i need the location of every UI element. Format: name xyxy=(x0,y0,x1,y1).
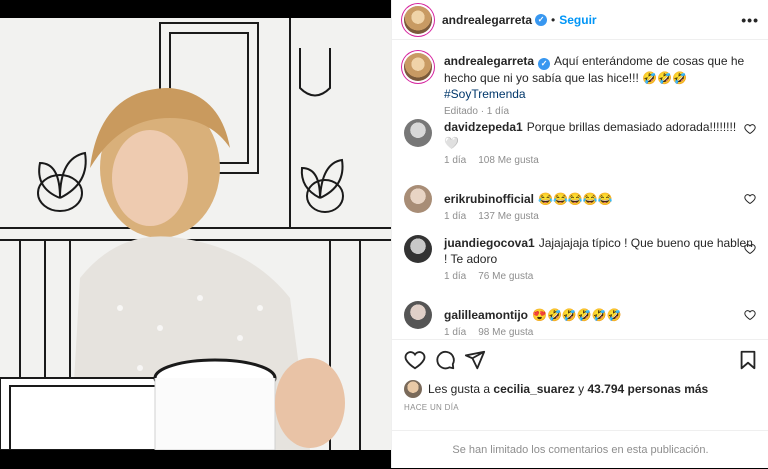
post-timestamp[interactable]: HACE UN DÍA xyxy=(404,403,459,412)
comment-item: juandiegocova1 Jajajajaja típico ! Que bu… xyxy=(404,235,756,282)
post-photo xyxy=(0,18,391,450)
comment-meta: 1 día 76 Me gusta xyxy=(444,271,754,282)
commenter-username[interactable]: galilleamontijo xyxy=(444,308,528,322)
author-username[interactable]: andrealegarreta xyxy=(442,13,532,27)
caption-hashtag[interactable]: #SoyTremenda xyxy=(444,87,526,101)
comment-likes[interactable]: 137 Me gusta xyxy=(478,211,539,222)
comment-body: 😍🤣🤣🤣🤣🤣 xyxy=(532,308,622,322)
verified-icon: ✓ xyxy=(538,58,551,70)
post-modal: andrealegarreta ✓ • Seguir ••• andrealeg… xyxy=(0,0,768,468)
commenter-avatar[interactable] xyxy=(404,235,432,263)
commenter-username[interactable]: erikrubinofficial xyxy=(444,192,534,206)
likes-summary: Les gusta a cecilia_suarez y 43.794 pers… xyxy=(404,380,708,398)
comment-heart-icon[interactable] xyxy=(744,243,756,255)
comment-meta: 1 día 108 Me gusta xyxy=(444,155,754,166)
caption-avatar[interactable] xyxy=(404,53,432,81)
comment-icon[interactable] xyxy=(434,349,456,371)
comment-item: galilleamontijo 😍🤣🤣🤣🤣🤣 1 día 98 Me gusta xyxy=(404,301,756,338)
caption-text: andrealegarreta ✓ Aquí enterándome de cosa… xyxy=(444,53,754,102)
post-photo-illustration xyxy=(0,18,391,450)
caption: andrealegarreta ✓ Aquí enterándome de cosa… xyxy=(404,53,754,117)
post-header: andrealegarreta ✓ • Seguir ••• xyxy=(392,0,768,40)
comment-item: davidzepeda1 Porque brillas demasiado ado… xyxy=(404,119,756,166)
comment-item: erikrubinofficial 😂😂😂😂😂 1 día 137 Me gusta xyxy=(404,185,756,222)
comment-likes[interactable]: 76 Me gusta xyxy=(478,271,533,282)
likes-middle: y xyxy=(578,382,585,396)
comment-meta: 1 día 137 Me gusta xyxy=(444,211,754,222)
comments-limited-notice: Se han limitado los comentarios en esta … xyxy=(392,430,768,468)
commenter-username[interactable]: davidzepeda1 xyxy=(444,120,523,134)
comment-heart-icon[interactable] xyxy=(744,309,756,321)
action-bar xyxy=(392,339,768,379)
share-icon[interactable] xyxy=(464,349,486,371)
bookmark-icon[interactable] xyxy=(737,349,759,371)
comment-text: juandiegocova1 Jajajajaja típico ! Que bu… xyxy=(444,235,754,267)
liker-avatar[interactable] xyxy=(404,380,422,398)
comment-heart-icon[interactable] xyxy=(744,193,756,205)
comment-text: davidzepeda1 Porque brillas demasiado ado… xyxy=(444,119,754,151)
comment-heart-icon[interactable] xyxy=(744,123,756,135)
comment-text: galilleamontijo 😍🤣🤣🤣🤣🤣 xyxy=(444,301,754,323)
comment-body: 😂😂😂😂😂 xyxy=(538,192,613,206)
commenter-username[interactable]: juandiegocova1 xyxy=(444,236,535,250)
caption-meta: Editado · 1 día xyxy=(444,106,510,117)
caption-username[interactable]: andrealegarreta xyxy=(444,54,534,68)
comment-time: 1 día xyxy=(444,327,467,338)
commenter-avatar[interactable] xyxy=(404,185,432,213)
commenter-avatar[interactable] xyxy=(404,119,432,147)
heart-icon[interactable] xyxy=(404,349,426,371)
likes-prefix: Les gusta a xyxy=(428,382,491,396)
verified-icon: ✓ xyxy=(535,13,548,26)
likes-count[interactable]: 43.794 personas más xyxy=(587,382,708,396)
post-sidebar: andrealegarreta ✓ • Seguir ••• andrealeg… xyxy=(391,0,768,468)
comment-time: 1 día xyxy=(444,211,467,222)
comment-meta: 1 día 98 Me gusta xyxy=(444,327,754,338)
comment-likes[interactable]: 108 Me gusta xyxy=(478,155,539,166)
comment-time: 1 día xyxy=(444,155,467,166)
likes-user[interactable]: cecilia_suarez xyxy=(493,382,574,396)
comment-time: 1 día xyxy=(444,271,467,282)
header-separator: • xyxy=(551,12,556,27)
comment-text: erikrubinofficial 😂😂😂😂😂 xyxy=(444,185,754,207)
comments-list[interactable]: andrealegarreta ✓ Aquí enterándome de cosa… xyxy=(392,41,768,339)
follow-button[interactable]: Seguir xyxy=(559,13,596,27)
more-icon[interactable]: ••• xyxy=(741,12,759,28)
comment-likes[interactable]: 98 Me gusta xyxy=(478,327,533,338)
author-avatar[interactable] xyxy=(404,5,432,34)
commenter-avatar[interactable] xyxy=(404,301,432,329)
